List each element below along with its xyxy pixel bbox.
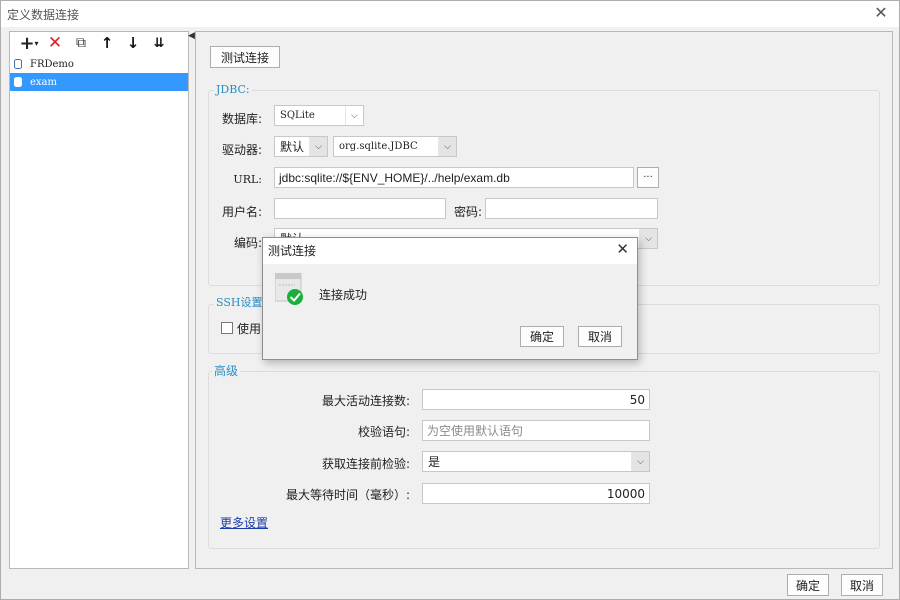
- max-active-input[interactable]: 50: [422, 389, 650, 410]
- ssh-use-label: 使用: [237, 322, 262, 336]
- add-icon[interactable]: + ▾: [16, 33, 42, 54]
- ssh-group-label: SSH设置: [214, 294, 265, 310]
- test-connection-button[interactable]: 测试连接: [210, 46, 280, 68]
- more-settings-link[interactable]: 更多设置: [220, 514, 268, 531]
- copy-icon[interactable]: ⧉: [68, 33, 94, 53]
- url-input[interactable]: jdbc:sqlite://${ENV_HOME}/../help/exam.d…: [274, 167, 634, 188]
- driver-mode-select[interactable]: 默认 ⌵: [274, 136, 328, 157]
- list-item-label: FRDemo: [30, 58, 74, 70]
- move-down-icon[interactable]: ↓: [120, 33, 146, 53]
- test-before-select[interactable]: 是 ⌵: [422, 451, 650, 472]
- dialog-body: 连接成功 确定 取消: [263, 264, 637, 359]
- driver-label: 驱动器:: [221, 143, 262, 157]
- chevron-down-icon: ⌵: [631, 452, 649, 471]
- window-title: 定义数据连接: [7, 8, 80, 22]
- success-icon: [275, 273, 303, 305]
- collapse-arrow-icon[interactable]: ◀: [188, 31, 195, 41]
- ssh-checkbox[interactable]: [221, 322, 233, 334]
- url-label: URL:: [233, 173, 262, 186]
- max-active-label: 最大活动连接数:: [321, 394, 410, 408]
- list-toolbar: + ▾ ✕ ⧉ ↑ ↓ ⇊: [10, 32, 188, 54]
- database-select[interactable]: SQLite ⌵: [274, 105, 364, 126]
- ok-button[interactable]: 确定: [787, 574, 829, 596]
- password-input[interactable]: [485, 198, 658, 219]
- dialog-cancel-button[interactable]: 取消: [578, 326, 622, 347]
- max-wait-input[interactable]: 10000: [422, 483, 650, 504]
- validation-label: 校验语句:: [357, 425, 410, 439]
- test-connection-dialog: 测试连接 ✕ 连接成功 确定 取消: [262, 237, 638, 360]
- chevron-down-icon: ⌵: [639, 229, 657, 248]
- chevron-down-icon: ⌵: [345, 106, 363, 125]
- url-more-button[interactable]: ···: [637, 167, 659, 188]
- list-item[interactable]: FRDemo: [10, 55, 188, 73]
- connection-list: FRDemo exam: [10, 55, 188, 91]
- jdbc-group-label: JDBC:: [214, 83, 252, 96]
- username-input[interactable]: [274, 198, 446, 219]
- connection-list-panel: + ▾ ✕ ⧉ ↑ ↓ ⇊ FRDemo exam: [9, 31, 189, 569]
- test-before-label: 获取连接前检验:: [321, 457, 410, 471]
- list-item-label: exam: [30, 76, 58, 88]
- list-item[interactable]: exam: [10, 73, 188, 91]
- panel-splitter[interactable]: ◀: [188, 31, 195, 569]
- close-icon[interactable]: ✕: [616, 240, 629, 258]
- database-icon: [14, 77, 22, 87]
- max-wait-label: 最大等待时间（毫秒）:: [285, 488, 410, 502]
- chevron-down-icon: ⌵: [438, 137, 456, 156]
- encoding-label: 编码:: [233, 236, 262, 250]
- password-label: 密码:: [453, 205, 482, 219]
- dialog-message: 连接成功: [319, 288, 368, 302]
- chevron-down-icon: ⌵: [309, 137, 327, 156]
- dialog-title: 测试连接: [268, 244, 317, 258]
- username-label: 用户名:: [221, 205, 262, 219]
- dialog-ok-button[interactable]: 确定: [520, 326, 564, 347]
- database-icon: [14, 59, 22, 69]
- advanced-group-label: 高级: [212, 362, 241, 379]
- sort-icon[interactable]: ⇊: [146, 33, 172, 53]
- delete-icon[interactable]: ✕: [42, 33, 68, 53]
- title-bar: 定义数据连接 ✕: [1, 1, 899, 27]
- close-icon[interactable]: ✕: [873, 4, 889, 22]
- validation-input[interactable]: 为空使用默认语句: [422, 420, 650, 441]
- driver-class-select[interactable]: org.sqlite.JDBC ⌵: [333, 136, 457, 157]
- cancel-button[interactable]: 取消: [841, 574, 883, 596]
- database-label: 数据库:: [221, 112, 262, 126]
- move-up-icon[interactable]: ↑: [94, 33, 120, 53]
